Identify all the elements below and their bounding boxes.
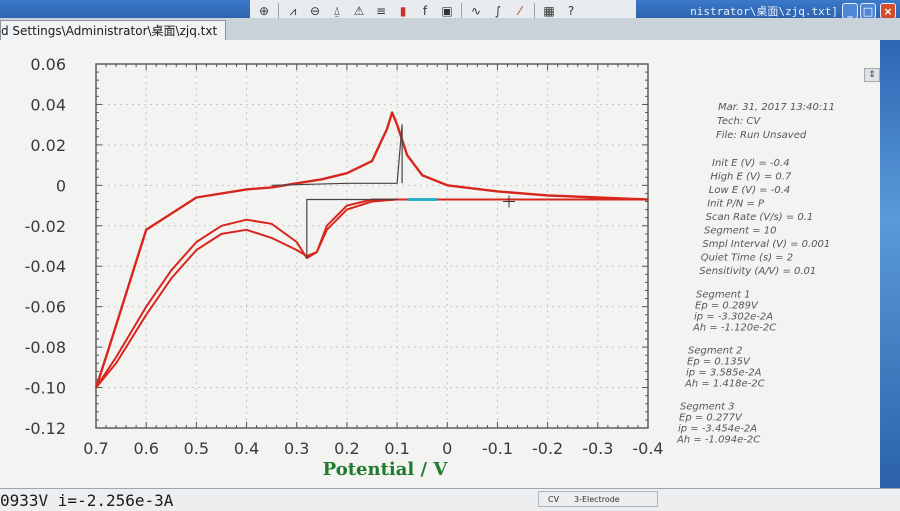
info-icon[interactable]: ⚠ [351, 3, 367, 19]
y-tick-label: -0.02 [25, 217, 66, 236]
y-tick-label: -0.06 [25, 298, 66, 317]
toolbar-separator [461, 3, 462, 19]
x-tick-label: -0.1 [482, 439, 513, 458]
clock-icon[interactable]: ⊕ [256, 3, 272, 19]
plot-frame [95, 63, 649, 429]
y-tick-label: 0.04 [30, 95, 66, 114]
info-param-line: Smpl Interval (V) = 0.001 [702, 239, 830, 250]
info-header-line: File: Run Unsaved [716, 130, 807, 141]
status-electrode: 3-Electrode [574, 495, 620, 504]
x-tick-label: -0.3 [582, 439, 613, 458]
segment-value: Ep = 0.135V [687, 357, 751, 368]
graph-icon[interactable]: ⩘ [285, 3, 301, 19]
font-icon[interactable]: f [417, 3, 433, 19]
x-tick-label: 0.5 [184, 439, 209, 458]
segment-value: Ah = -1.094e-2C [676, 435, 760, 446]
plot-axes [95, 63, 649, 429]
info-param-line: Quiet Time (s) = 2 [701, 253, 793, 264]
y-tick-label: 0.02 [30, 136, 66, 155]
derivative-icon[interactable]: ∫ [490, 3, 506, 19]
cv-series-line [95, 198, 648, 389]
x-axis-label: Potential / V [323, 459, 449, 480]
segment-value: ip = 3.585e-2A [686, 368, 762, 379]
cv-series-line [94, 111, 649, 388]
segment-value: Ah = -1.120e-2C [692, 323, 776, 334]
info-param-line: Sensitivity (A/V) = 0.01 [699, 266, 816, 277]
draw-icon[interactable]: ⁄ [512, 3, 528, 19]
segment-title: Segment 3 [680, 402, 735, 413]
cursor-readout: 0933V i=-2.256e-3A [0, 491, 174, 510]
table-icon[interactable]: ▦ [541, 3, 557, 19]
y-tick-labels: 0.06 0.04 0.02 0 -0.02 -0.04 -0.06 -0.08 -0.10 -0… [25, 55, 66, 438]
toolbar-separator [278, 3, 279, 19]
segment-title: Segment 2 [688, 346, 743, 357]
x-tick-label: 0.2 [334, 439, 359, 458]
x-tick-label: -0.4 [632, 439, 663, 458]
info-param-line: High E (V) = 0.7 [710, 172, 792, 183]
info-param-line: Low E (V) = -0.4 [709, 185, 790, 196]
y-tick-label: -0.12 [25, 419, 66, 438]
maximize-button[interactable]: □ [860, 3, 876, 19]
cv-curves [94, 111, 649, 389]
x-tick-labels: 0.7 0.6 0.5 0.4 0.3 0.2 0.1 0 -0.1 -0.2 -0.3 -0.4 [83, 439, 663, 458]
zoom-icon[interactable]: ⊖ [307, 3, 323, 19]
desktop-background [880, 40, 900, 488]
document-tab-bar: d Settings\Administrator\桌面\zjq.txt - ₽ … [0, 18, 900, 53]
segment-value: ip = -3.454e-2A [678, 424, 757, 435]
info-param-line: Scan Rate (V/s) = 0.1 [706, 212, 814, 223]
info-header-line: Tech: CV [717, 116, 761, 127]
close-button[interactable]: × [880, 3, 896, 19]
y-tick-label: 0 [56, 176, 66, 195]
x-tick-label: 0.4 [234, 439, 259, 458]
x-tick-label: -0.2 [532, 439, 563, 458]
segment-title: Segment 1 [696, 290, 751, 301]
cv-plot[interactable]: 0.060.040.020-0.02-0.04-0.06-0.08-0.10-0… [0, 40, 880, 488]
info-param-line: Segment = 10 [704, 226, 776, 237]
y-tick-label: -0.08 [25, 338, 66, 357]
info-header-line: Mar. 31, 2017 13:40:11 [718, 102, 835, 113]
toolbar-separator [534, 3, 535, 19]
y-tick-label: -0.04 [25, 257, 66, 276]
info-panel: Mar. 31, 2017 13:40:11 Tech: CV File: Run … [676, 102, 835, 446]
plot-grid [95, 63, 649, 429]
x-tick-label: 0 [442, 439, 452, 458]
color-bars-icon[interactable]: ▮ [395, 3, 411, 19]
overlay-icon[interactable]: ▣ [439, 3, 455, 19]
smooth-icon[interactable]: ∿ [468, 3, 484, 19]
status-bar: 0933V i=-2.256e-3A CV 3-Electrode [0, 488, 900, 511]
segment-value: Ah = 1.418e-2C [684, 379, 765, 390]
window-title: nistrator\桌面\zjq.txt] [690, 5, 838, 18]
x-tick-label: 0.7 [83, 439, 108, 458]
peak-icon[interactable]: ⍙ [329, 3, 345, 19]
y-tick-label: -0.10 [25, 379, 66, 398]
document-tab[interactable]: d Settings\Administrator\桌面\zjq.txt [0, 20, 227, 41]
y-tick-label: 0.06 [30, 55, 66, 74]
segment-value: Ep = 0.289V [695, 301, 759, 312]
status-technique: CV [548, 495, 560, 504]
minimize-button[interactable]: _ [842, 3, 858, 19]
bars-icon[interactable]: ≡ [373, 3, 389, 19]
segment-value: Ep = 0.277V [679, 413, 743, 424]
help-icon[interactable]: ? [563, 3, 579, 19]
info-param-line: Init P/N = P [707, 199, 765, 210]
crosshair-cursor [502, 195, 515, 208]
x-tick-label: 0.6 [133, 439, 158, 458]
x-tick-label: 0.1 [384, 439, 409, 458]
x-tick-label: 0.3 [284, 439, 309, 458]
plot-window: ⇕ 0.06 0.04 0.02 0 -0.02 -0.04 -0.06 -0.08 -0.10… [0, 40, 881, 488]
segment-value: ip = -3.302e-2A [694, 312, 773, 323]
info-param-line: Init E (V) = -0.4 [712, 158, 790, 169]
